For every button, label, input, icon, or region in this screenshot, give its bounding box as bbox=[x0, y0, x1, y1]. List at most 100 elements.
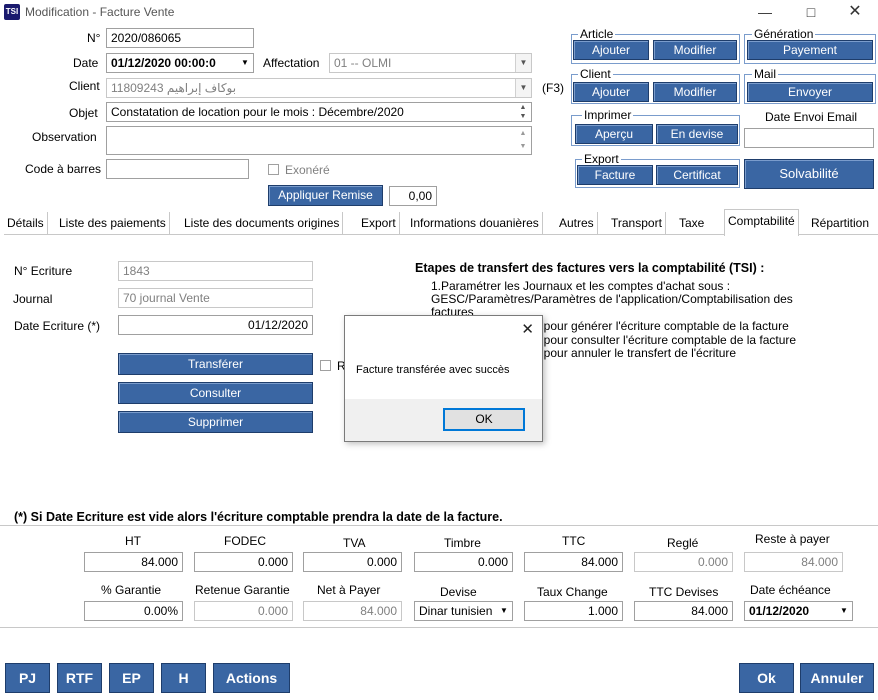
date-ecriture-field[interactable]: 01/12/2020 bbox=[118, 315, 313, 335]
client-select[interactable]: 11809243 بوكاف إبراهيم ▼ bbox=[106, 78, 532, 98]
retenue-label: Retenue Garantie bbox=[195, 583, 290, 597]
tab-details[interactable]: Détails bbox=[4, 212, 48, 235]
observation-label: Observation bbox=[32, 130, 97, 144]
maximize-icon[interactable]: □ bbox=[788, 0, 834, 24]
close-icon[interactable]: ✕ bbox=[832, 0, 878, 24]
date-envoi-email-field[interactable] bbox=[744, 128, 874, 148]
payement-button[interactable]: Payement bbox=[747, 40, 873, 60]
client-modifier-button[interactable]: Modifier bbox=[653, 82, 737, 102]
tab-liste-paiements[interactable]: Liste des paiements bbox=[56, 212, 170, 235]
tab-documents-origines[interactable]: Liste des documents origines bbox=[181, 212, 344, 235]
ttc-devises-field[interactable]: 84.000 bbox=[634, 601, 733, 621]
tab-transport[interactable]: Transport bbox=[608, 212, 666, 235]
tab-taxe[interactable]: Taxe bbox=[676, 212, 707, 235]
en-devise-button[interactable]: En devise bbox=[656, 124, 738, 144]
imprimer-group-title: Imprimer bbox=[582, 108, 634, 122]
tab-repartition[interactable]: Répartition bbox=[808, 212, 872, 235]
option-checkbox[interactable] bbox=[320, 360, 331, 371]
chevron-down-icon[interactable]: ▼ bbox=[496, 602, 512, 620]
envoyer-button[interactable]: Envoyer bbox=[747, 82, 873, 102]
garantie-label: % Garantie bbox=[101, 583, 162, 597]
regle-field[interactable]: 0.000 bbox=[634, 552, 733, 572]
export-facture-button[interactable]: Facture bbox=[577, 165, 653, 185]
net-field[interactable]: 84.000 bbox=[303, 601, 402, 621]
exonere-checkbox[interactable] bbox=[268, 164, 279, 175]
taux-label: Taux Change bbox=[537, 585, 608, 599]
close-icon[interactable]: ✕ bbox=[521, 320, 534, 338]
date-ecriture-label: Date Ecriture (*) bbox=[14, 319, 101, 333]
export-group-title: Export bbox=[582, 152, 621, 166]
generation-group-title: Génération bbox=[752, 27, 816, 41]
apercu-button[interactable]: Aperçu bbox=[575, 124, 653, 144]
ht-label: HT bbox=[125, 534, 141, 548]
actions-button[interactable]: Actions bbox=[213, 663, 290, 693]
ok-button[interactable]: Ok bbox=[739, 663, 794, 693]
solvabilite-button[interactable]: Solvabilité bbox=[744, 159, 874, 189]
tab-autres[interactable]: Autres bbox=[556, 212, 598, 235]
objet-field[interactable]: Constatation de location pour le mois : … bbox=[106, 102, 532, 122]
ttc-field[interactable]: 84.000 bbox=[524, 552, 623, 572]
garantie-field[interactable]: 0.00% bbox=[84, 601, 183, 621]
taux-field[interactable]: 1.000 bbox=[524, 601, 623, 621]
chevron-down-icon[interactable]: ▼ bbox=[515, 54, 531, 72]
chevron-down-icon[interactable]: ▼ bbox=[515, 79, 531, 97]
spin-icon[interactable]: ▲ ▼ bbox=[515, 103, 531, 121]
consulter-button[interactable]: Consulter bbox=[118, 382, 313, 404]
ep-button[interactable]: EP bbox=[109, 663, 154, 693]
timbre-field[interactable]: 0.000 bbox=[414, 552, 513, 572]
tab-comptabilite[interactable]: Comptabilité bbox=[724, 209, 799, 236]
dialog-ok-button[interactable]: OK bbox=[443, 408, 525, 431]
annuler-button[interactable]: Annuler bbox=[800, 663, 874, 693]
fodec-label: FODEC bbox=[224, 534, 266, 548]
supprimer-button[interactable]: Supprimer bbox=[118, 411, 313, 433]
remise-field[interactable]: 0,00 bbox=[389, 186, 437, 206]
spin-icon[interactable]: ▲ ▼ bbox=[515, 127, 531, 154]
reste-field[interactable]: 84.000 bbox=[744, 552, 843, 572]
tva-field[interactable]: 0.000 bbox=[303, 552, 402, 572]
step-line1: er» pour générer l'écriture comptable de… bbox=[523, 319, 789, 333]
observation-field[interactable]: ▲ ▼ bbox=[106, 126, 532, 155]
devise-select[interactable]: Dinar tunisien ▼ bbox=[414, 601, 513, 621]
etape1-line2: GESC/Paramètres/Paramètres de l'applicat… bbox=[431, 292, 793, 306]
divider bbox=[0, 627, 878, 628]
footnote: (*) Si Date Ecriture est vide alors l'éc… bbox=[14, 510, 503, 524]
appliquer-remise-button[interactable]: Appliquer Remise bbox=[268, 185, 383, 206]
regle-label: Reglé bbox=[667, 536, 699, 550]
echeance-label: Date échéance bbox=[750, 583, 831, 597]
export-certificat-button[interactable]: Certificat bbox=[656, 165, 738, 185]
minimize-icon[interactable]: — bbox=[742, 0, 788, 24]
fodec-field[interactable]: 0.000 bbox=[194, 552, 293, 572]
objet-value: Constatation de location pour le mois : … bbox=[111, 105, 404, 119]
tab-informations-douanieres[interactable]: Informations douanières bbox=[407, 212, 543, 235]
date-envoi-email-label: Date Envoi Email bbox=[765, 110, 858, 124]
article-ajouter-button[interactable]: Ajouter bbox=[573, 40, 649, 60]
tab-bar: Détails Liste des paiements Liste des do… bbox=[4, 209, 878, 236]
rtf-button[interactable]: RTF bbox=[57, 663, 102, 693]
echeance-picker[interactable]: 01/12/2020 ▼ bbox=[744, 601, 853, 621]
ecriture-field[interactable]: 1843 bbox=[118, 261, 313, 281]
journal-field[interactable]: 70 journal Vente bbox=[118, 288, 313, 308]
ht-field[interactable]: 84.000 bbox=[84, 552, 183, 572]
chevron-down-icon[interactable]: ▼ bbox=[836, 602, 852, 620]
h-button[interactable]: H bbox=[161, 663, 206, 693]
chevron-down-icon[interactable]: ▼ bbox=[237, 54, 253, 72]
etape1-line1: 1.Paramétrer les Journaux et les comptes… bbox=[431, 279, 731, 293]
transferer-button[interactable]: Transférer bbox=[118, 353, 313, 375]
etapes-title: Etapes de transfert des factures vers la… bbox=[415, 261, 765, 275]
numero-field[interactable]: 2020/086065 bbox=[106, 28, 254, 48]
timbre-label: Timbre bbox=[444, 536, 481, 550]
exonere-label: Exonéré bbox=[285, 163, 330, 177]
ttc-devises-label: TTC Devises bbox=[649, 585, 719, 599]
date-picker[interactable]: 01/12/2020 00:00:0 ▼ bbox=[106, 53, 254, 73]
affectation-value: 01 -- OLMI bbox=[334, 56, 392, 70]
date-value: 01/12/2020 00:00:0 bbox=[111, 56, 216, 70]
tab-export[interactable]: Export bbox=[358, 212, 400, 235]
code-barres-field[interactable] bbox=[106, 159, 249, 179]
devise-label: Devise bbox=[440, 585, 477, 599]
retenue-field[interactable]: 0.000 bbox=[194, 601, 293, 621]
article-modifier-button[interactable]: Modifier bbox=[653, 40, 737, 60]
devise-value: Dinar tunisien bbox=[419, 604, 493, 618]
client-ajouter-button[interactable]: Ajouter bbox=[573, 82, 649, 102]
pj-button[interactable]: PJ bbox=[5, 663, 50, 693]
affectation-select[interactable]: 01 -- OLMI ▼ bbox=[329, 53, 532, 73]
